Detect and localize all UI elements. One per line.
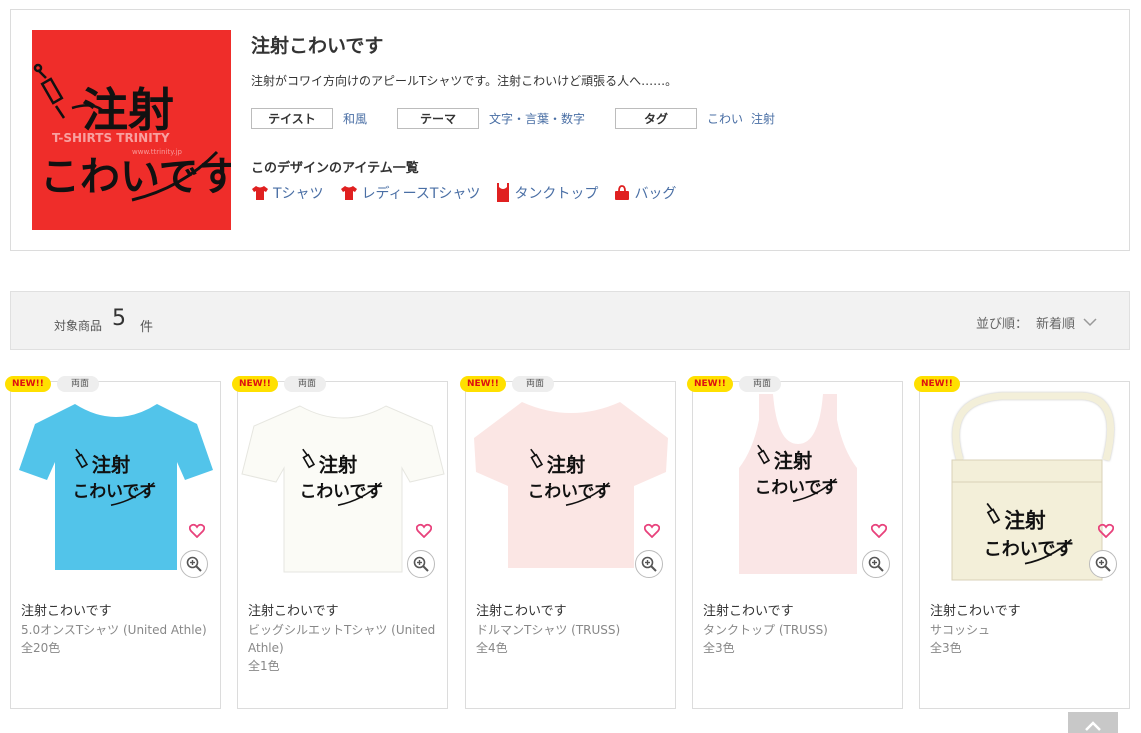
product-type: 5.0オンスTシャツ (United Athle) bbox=[21, 623, 207, 637]
design-text-line2: こわいです bbox=[40, 153, 231, 200]
item-type-links: Tシャツ レディースTシャツ タンクトップ バッグ bbox=[251, 183, 1111, 203]
product-title[interactable]: 注射こわいです bbox=[21, 600, 112, 619]
print-text-line1: 注射 bbox=[92, 454, 130, 477]
item-link-label: タンクトップ bbox=[514, 186, 599, 202]
zoom-button[interactable] bbox=[1089, 550, 1117, 578]
meta-theme: テーマ 文字・言葉・数字 bbox=[397, 108, 615, 129]
print-text-line1: 注射 bbox=[774, 450, 812, 473]
design-artwork: 注射 こわいです T-SHIRTS TRINITY www.ttrinity.j… bbox=[32, 30, 231, 230]
double-sided-badge: 両面 bbox=[284, 376, 327, 392]
product-title[interactable]: 注射こわいです bbox=[476, 600, 567, 619]
new-badge: NEW!! bbox=[460, 376, 506, 392]
ladies-tshirt-icon bbox=[340, 186, 357, 200]
product-color-count: 全3色 bbox=[930, 641, 962, 655]
design-meta-row: テイスト 和風 テーマ 文字・言葉・数字 タグ こわい 注射 bbox=[251, 108, 1111, 129]
product-type-block: サコッシュ 全3色 bbox=[930, 621, 1125, 657]
new-badge: NEW!! bbox=[5, 376, 51, 392]
favorite-heart-icon[interactable] bbox=[189, 523, 205, 538]
sort-dropdown[interactable]: 並び順： 新着順 bbox=[976, 313, 1097, 332]
design-description: 注射がコワイ方向けのアピールTシャツです。注射こわいけど頑張る人へ……。 bbox=[251, 74, 678, 88]
result-count-label: 対象商品 bbox=[54, 319, 103, 333]
product-card[interactable]: NEW!! 両面 注射 こわいです 注射こわいです 5.0オンスTシャツ (Un… bbox=[5, 376, 221, 709]
product-type-block: ドルマンTシャツ (TRUSS) 全4色 bbox=[476, 621, 671, 657]
tag-link-kowai[interactable]: こわい bbox=[707, 110, 743, 127]
product-title[interactable]: 注射こわいです bbox=[930, 600, 1021, 619]
item-list-heading: このデザインのアイテム一覧 bbox=[251, 161, 419, 176]
watermark-logo: T-SHIRTS TRINITY bbox=[52, 131, 170, 145]
result-count-unit: 件 bbox=[140, 320, 154, 335]
new-badge: NEW!! bbox=[232, 376, 278, 392]
item-link-bag[interactable]: バッグ bbox=[614, 183, 676, 203]
product-title[interactable]: 注射こわいです bbox=[703, 600, 794, 619]
chevron-up-icon bbox=[1085, 721, 1101, 731]
item-link-ladies-tshirt[interactable]: レディースTシャツ bbox=[340, 183, 481, 203]
design-text-line1: 注射 bbox=[82, 83, 174, 137]
design-info-panel: 注射 こわいです T-SHIRTS TRINITY www.ttrinity.j… bbox=[10, 9, 1130, 251]
meta-tags: タグ こわい 注射 bbox=[615, 108, 775, 129]
favorite-heart-icon[interactable] bbox=[416, 523, 432, 538]
item-link-tshirt[interactable]: Tシャツ bbox=[251, 183, 324, 203]
zoom-in-icon bbox=[413, 556, 429, 572]
print-text-line1: 注射 bbox=[319, 454, 357, 477]
favorite-heart-icon[interactable] bbox=[644, 523, 660, 538]
product-card[interactable]: NEW!! 両面 注射 こわいです 注射こわいです ドルマンTシャツ (TRUS… bbox=[460, 376, 676, 709]
print-text-line1: 注射 bbox=[547, 454, 585, 477]
sort-label: 並び順： bbox=[975, 317, 1028, 332]
item-link-label: Tシャツ bbox=[273, 186, 324, 202]
zoom-button[interactable] bbox=[180, 550, 208, 578]
double-sided-badge: 両面 bbox=[739, 376, 782, 392]
product-type-block: タンクトップ (TRUSS) 全3色 bbox=[703, 621, 898, 657]
new-badge: NEW!! bbox=[687, 376, 733, 392]
design-title: 注射こわいです bbox=[251, 35, 384, 57]
watermark-url: www.ttrinity.jp bbox=[132, 148, 183, 156]
product-card[interactable]: NEW!! 両面 注射 こわいです 注射こわいです ビッグシルエットTシャツ (… bbox=[232, 376, 448, 709]
scroll-to-top-button[interactable] bbox=[1068, 712, 1118, 733]
tshirt-icon bbox=[252, 186, 268, 200]
bag-icon bbox=[615, 185, 630, 200]
product-card[interactable]: NEW!! 注射 こわいです 注射こわいです サコッシュ 全3色 bbox=[914, 376, 1130, 709]
item-link-label: レディースTシャツ bbox=[361, 186, 481, 202]
double-sided-badge: 両面 bbox=[57, 376, 100, 392]
product-type-block: 5.0オンスTシャツ (United Athle) 全20色 bbox=[21, 621, 216, 657]
sort-value: 新着順 bbox=[1035, 317, 1075, 332]
meta-theme-label: テーマ bbox=[397, 108, 479, 129]
meta-taste: テイスト 和風 bbox=[251, 108, 397, 129]
meta-taste-label: テイスト bbox=[251, 108, 333, 129]
double-sided-badge: 両面 bbox=[512, 376, 555, 392]
product-card[interactable]: NEW!! 両面 注射 こわいです 注射こわいです タンクトップ (TRUSS)… bbox=[687, 376, 903, 709]
result-count-bar: 対象商品 5 件 並び順： 新着順 bbox=[10, 291, 1130, 350]
product-type: タンクトップ (TRUSS) bbox=[703, 623, 828, 637]
zoom-button[interactable] bbox=[635, 550, 663, 578]
zoom-button[interactable] bbox=[862, 550, 890, 578]
zoom-button[interactable] bbox=[407, 550, 435, 578]
item-link-tanktop[interactable]: タンクトップ bbox=[496, 183, 598, 203]
zoom-in-icon bbox=[1095, 556, 1111, 572]
meta-tag-label: タグ bbox=[615, 108, 697, 129]
print-text-line1: 注射 bbox=[1004, 509, 1046, 533]
design-details: 注射こわいです 注射がコワイ方向けのアピールTシャツです。注射こわいけど頑張る人… bbox=[251, 30, 1111, 203]
new-badge: NEW!! bbox=[914, 376, 960, 392]
product-color-count: 全1色 bbox=[248, 659, 280, 673]
product-title[interactable]: 注射こわいです bbox=[248, 600, 339, 619]
product-color-count: 全4色 bbox=[476, 641, 508, 655]
tag-link-chusha[interactable]: 注射 bbox=[751, 110, 775, 127]
product-type: ビッグシルエットTシャツ (United Athle) bbox=[248, 623, 436, 655]
result-count-number: 5 bbox=[112, 306, 126, 331]
tanktop-icon bbox=[497, 183, 510, 202]
item-link-label: バッグ bbox=[634, 186, 677, 202]
chevron-down-icon bbox=[1083, 318, 1097, 327]
favorite-heart-icon[interactable] bbox=[871, 523, 887, 538]
design-main-image[interactable]: 注射 こわいです T-SHIRTS TRINITY www.ttrinity.j… bbox=[32, 30, 231, 230]
product-type-block: ビッグシルエットTシャツ (United Athle) 全1色 bbox=[248, 621, 443, 675]
product-color-count: 全3色 bbox=[703, 641, 735, 655]
zoom-in-icon bbox=[641, 556, 657, 572]
product-type: サコッシュ bbox=[930, 623, 991, 637]
zoom-in-icon bbox=[186, 556, 202, 572]
product-color-count: 全20色 bbox=[21, 641, 61, 655]
meta-theme-link[interactable]: 文字・言葉・数字 bbox=[489, 110, 585, 127]
product-type: ドルマンTシャツ (TRUSS) bbox=[476, 623, 621, 637]
meta-taste-link[interactable]: 和風 bbox=[343, 110, 367, 127]
favorite-heart-icon[interactable] bbox=[1098, 523, 1114, 538]
zoom-in-icon bbox=[868, 556, 884, 572]
